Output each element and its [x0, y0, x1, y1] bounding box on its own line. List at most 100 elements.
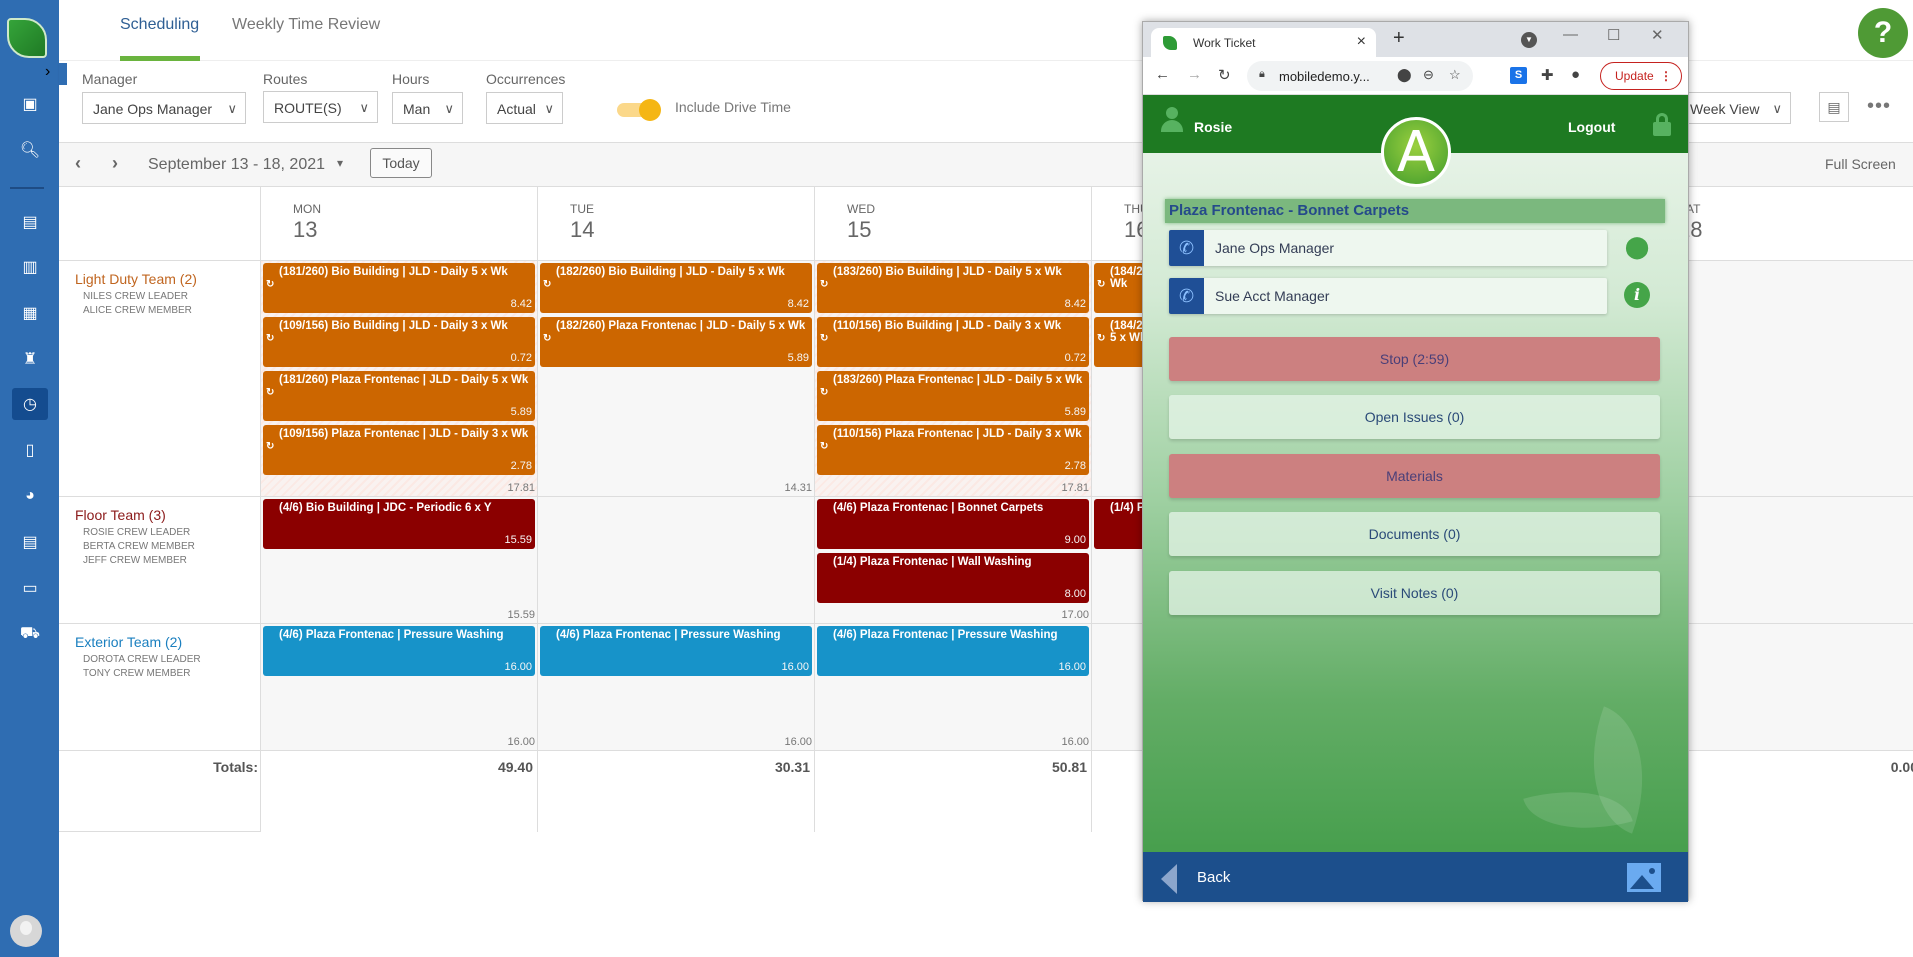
job-card[interactable]: (4/6) Bio Building | JDC - Periodic 6 x …	[263, 499, 535, 549]
full-screen-button[interactable]: Full Screen	[1825, 156, 1896, 172]
prev-week-button[interactable]: ‹	[75, 153, 81, 174]
schedule-cell[interactable]: (181/260) Bio Building | JLD - Daily 5 x…	[260, 261, 537, 497]
team-name[interactable]: Floor Team (3)	[75, 507, 166, 523]
tab-weekly-time-review[interactable]: Weekly Time Review	[232, 16, 380, 34]
open-issues-button[interactable]: Open Issues (0)	[1169, 395, 1660, 439]
update-button[interactable]: Update ⋮	[1600, 62, 1682, 90]
team-name[interactable]: Light Duty Team (2)	[75, 271, 197, 287]
job-card[interactable]: (109/156) Plaza Frontenac | JLD - Daily …	[263, 425, 535, 475]
maximize-icon[interactable]: ☐	[1607, 26, 1620, 44]
location-icon[interactable]: ⬤	[1397, 67, 1412, 83]
receipt-icon[interactable]: ▤	[12, 526, 48, 558]
map-pin-icon[interactable]: ⬤	[1624, 234, 1650, 260]
materials-button[interactable]: Materials	[1169, 454, 1660, 498]
job-hours: 2.78	[510, 460, 532, 472]
job-card[interactable]: (110/156) Bio Building | JLD - Daily 3 x…	[817, 317, 1089, 367]
logout-button[interactable]: Logout	[1568, 119, 1615, 135]
schedule-cell[interactable]: (4/6) Plaza Frontenac | Pressure Washing…	[814, 624, 1091, 751]
clipboard-button[interactable]: ▤	[1819, 92, 1849, 122]
search-icon[interactable]: 🔍︎	[12, 134, 48, 166]
phone-icon[interactable]: ✆	[1169, 230, 1204, 266]
tractor-icon[interactable]: ⛟	[12, 618, 48, 650]
drive-time-toggle[interactable]	[617, 99, 661, 121]
pie-chart-icon[interactable]: ◕	[12, 480, 48, 512]
job-card[interactable]: (109/156) Bio Building | JLD - Daily 3 x…	[263, 317, 535, 367]
schedule-cell[interactable]: (183/260) Bio Building | JLD - Daily 5 x…	[814, 261, 1091, 497]
view-select[interactable]: Week View ∨	[1679, 92, 1791, 124]
close-window-icon[interactable]: ✕	[1651, 26, 1664, 44]
reload-icon[interactable]: ↻	[1218, 66, 1231, 84]
building-icon[interactable]: ▦	[12, 297, 48, 329]
back-arrow-icon[interactable]	[1161, 864, 1177, 894]
job-card[interactable]: (4/6) Plaza Frontenac | Pressure Washing…	[817, 626, 1089, 676]
money-icon[interactable]: ▣	[12, 88, 48, 120]
job-card[interactable]: (1/4) Plaza Frontenac | Wall Washing 8.00	[817, 553, 1089, 603]
hours-select[interactable]: Man ∨	[392, 92, 463, 124]
back-button[interactable]: Back	[1197, 869, 1230, 886]
schedule-cell[interactable]: (182/260) Bio Building | JLD - Daily 5 x…	[537, 261, 814, 497]
user-avatar[interactable]	[10, 915, 42, 947]
caret-down-icon[interactable]: ▾	[337, 156, 343, 170]
image-icon[interactable]	[1627, 863, 1661, 892]
address-bar[interactable]: 🔒︎ mobiledemo.y... ⬤ ⊖ ☆	[1247, 61, 1473, 91]
job-card[interactable]: (181/260) Bio Building | JLD - Daily 5 x…	[263, 263, 535, 313]
atm-icon[interactable]: ▭	[12, 572, 48, 604]
clipboard-icon[interactable]: ▯	[12, 434, 48, 466]
id-card-icon[interactable]: ▥	[12, 251, 48, 283]
job-title: (4/6) Plaza Frontenac | Pressure Washing	[279, 629, 504, 641]
schedule-cell[interactable]: (4/6) Plaza Frontenac | Pressure Washing…	[537, 624, 814, 751]
more-options-button[interactable]: •••	[1867, 95, 1891, 118]
calendar-clock-icon[interactable]: ◷	[12, 388, 48, 420]
schedule-cell[interactable]: (4/6) Plaza Frontenac | Pressure Washing…	[260, 624, 537, 751]
app-logo[interactable]	[7, 18, 47, 58]
day-header[interactable]: WED 15	[814, 187, 1091, 261]
documents-button[interactable]: Documents (0)	[1169, 512, 1660, 556]
tab-search-icon[interactable]: ▼	[1521, 32, 1537, 48]
contact-acct-manager[interactable]: ✆ Sue Acct Manager	[1169, 278, 1607, 314]
schedule-cell[interactable]: (4/6) Bio Building | JDC - Periodic 6 x …	[260, 497, 537, 624]
job-card[interactable]: (183/260) Bio Building | JLD - Daily 5 x…	[817, 263, 1089, 313]
lock-icon[interactable]	[1653, 113, 1671, 136]
date-range[interactable]: September 13 - 18, 2021	[148, 156, 325, 174]
forward-icon[interactable]: →	[1187, 66, 1202, 83]
schedule-cell[interactable]: (4/6) Plaza Frontenac | Bonnet Carpets 9.…	[814, 497, 1091, 624]
extensions-puzzle-icon[interactable]: ✚	[1541, 66, 1554, 84]
day-header[interactable]: MON 13	[260, 187, 537, 261]
phone-icon[interactable]: ✆	[1169, 278, 1204, 314]
close-tab-icon[interactable]: ×	[1357, 33, 1366, 51]
calendar-icon[interactable]: ▤	[12, 206, 48, 238]
contact-ops-manager[interactable]: ✆ Jane Ops Manager	[1169, 230, 1607, 266]
team-name[interactable]: Exterior Team (2)	[75, 634, 182, 650]
job-card[interactable]: (110/156) Plaza Frontenac | JLD - Daily …	[817, 425, 1089, 475]
trophy-icon[interactable]: ♜	[12, 343, 48, 375]
tab-scheduling[interactable]: Scheduling	[120, 16, 199, 34]
job-card[interactable]: (4/6) Plaza Frontenac | Pressure Washing…	[540, 626, 812, 676]
schedule-cell[interactable]	[537, 497, 814, 624]
profile-icon[interactable]: ●	[1571, 66, 1580, 83]
back-icon[interactable]: ←	[1155, 66, 1170, 83]
next-week-button[interactable]: ›	[112, 153, 118, 174]
team-row-label: Exterior Team (2) DOROTA CREW LEADER TONY …	[59, 624, 260, 751]
minimize-icon[interactable]: —	[1563, 26, 1578, 43]
extension-s-icon[interactable]: S	[1510, 67, 1527, 84]
new-tab-button[interactable]: +	[1393, 27, 1405, 50]
info-icon[interactable]: i	[1624, 282, 1650, 308]
job-card[interactable]: (182/260) Plaza Frontenac | JLD - Daily …	[540, 317, 812, 367]
job-card[interactable]: (4/6) Plaza Frontenac | Pressure Washing…	[263, 626, 535, 676]
browser-tab[interactable]: Work Ticket ×	[1151, 28, 1376, 57]
star-icon[interactable]: ☆	[1449, 67, 1461, 83]
zoom-out-icon[interactable]: ⊖	[1423, 67, 1434, 83]
day-header[interactable]: TUE 14	[537, 187, 814, 261]
job-card[interactable]: (181/260) Plaza Frontenac | JLD - Daily …	[263, 371, 535, 421]
job-card[interactable]: (182/260) Bio Building | JLD - Daily 5 x…	[540, 263, 812, 313]
job-card[interactable]: (4/6) Plaza Frontenac | Bonnet Carpets 9.…	[817, 499, 1089, 549]
routes-select[interactable]: ROUTE(S) ∨	[263, 91, 378, 123]
manager-select[interactable]: Jane Ops Manager ∨	[82, 92, 246, 124]
today-button[interactable]: Today	[370, 148, 432, 178]
help-button[interactable]: ?	[1858, 8, 1908, 58]
stop-button[interactable]: Stop (2:59)	[1169, 337, 1660, 381]
visit-notes-button[interactable]: Visit Notes (0)	[1169, 571, 1660, 615]
job-hours: 2.78	[1064, 460, 1086, 472]
job-card[interactable]: (183/260) Plaza Frontenac | JLD - Daily …	[817, 371, 1089, 421]
occurrences-select[interactable]: Actual ∨	[486, 92, 563, 124]
